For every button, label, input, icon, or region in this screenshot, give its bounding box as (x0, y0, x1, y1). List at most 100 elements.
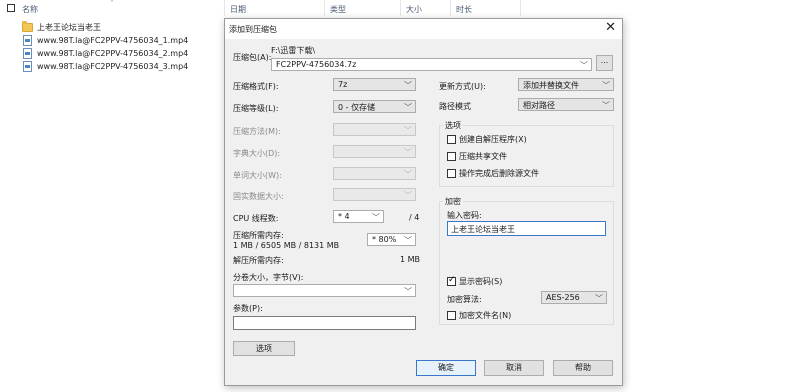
chevron-down-icon: ﹀ (404, 287, 412, 296)
chevron-down-icon: ﹀ (580, 61, 588, 70)
threads-value: * 4 (338, 212, 350, 221)
column-header-date[interactable]: 日期 (230, 4, 246, 15)
column-divider (324, 0, 325, 16)
params-label: 参数(P): (233, 304, 263, 313)
password-label: 输入密码: (447, 211, 482, 220)
chevron-down-icon: ﹀ (404, 170, 412, 179)
decompress-memory-label: 解压所需内存: (233, 256, 284, 265)
file-row[interactable]: 上老王论坛当老王 (22, 21, 101, 34)
file-row[interactable]: www.98T.la@FC2PPV-4756034_2.mp4 (22, 47, 188, 60)
column-header-type[interactable]: 类型 (330, 4, 346, 15)
split-size-label: 分卷大小，字节(V): (233, 273, 304, 282)
chevron-down-icon: ﹀ (372, 213, 380, 222)
chevron-down-icon: ﹀ (404, 103, 412, 112)
column-divider (224, 0, 225, 16)
checkbox-box (447, 169, 456, 178)
format-value: 7z (338, 80, 348, 89)
word-size-select[interactable]: ﹀ (333, 167, 416, 180)
dialog-title-bar[interactable]: 添加到压缩包 ✕ (225, 19, 622, 39)
encryption-group-title: 加密 (443, 196, 463, 207)
dict-size-label: 字典大小(D): (233, 149, 281, 158)
compress-memory-label: 压缩所需内存: (233, 231, 284, 240)
path-mode-select[interactable]: 相对路径 ﹀ (518, 98, 614, 111)
split-size-combo[interactable]: ﹀ (233, 284, 416, 297)
show-password-checkbox[interactable]: 显示密码(S) (447, 275, 503, 287)
memory-percent-select[interactable]: * 80% ﹀ (367, 233, 416, 246)
column-header-size[interactable]: 大小 (406, 4, 422, 15)
update-mode-value: 添加并替换文件 (523, 81, 579, 90)
options-button[interactable]: 选项 (233, 341, 295, 356)
encrypt-filenames-checkbox[interactable]: 加密文件名(N) (447, 310, 511, 321)
ok-button[interactable]: 确定 (416, 360, 476, 376)
word-size-label: 单词大小(W): (233, 171, 282, 180)
threads-total: / 4 (409, 213, 420, 222)
update-mode-label: 更新方式(U): (439, 82, 486, 91)
threads-select[interactable]: * 4 ﹀ (333, 210, 384, 223)
file-name: 上老王论坛当老王 (37, 23, 101, 32)
delete-after-checkbox[interactable]: 操作完成后删除源文件 (447, 168, 539, 179)
solid-size-select[interactable]: ﹀ (333, 188, 416, 201)
level-select[interactable]: 0 - 仅存储 ﹀ (333, 100, 416, 113)
column-divider (400, 0, 401, 16)
checkbox-box (447, 311, 456, 320)
chevron-down-icon: ﹀ (602, 81, 610, 90)
encrypt-filenames-label: 加密文件名(N) (459, 311, 512, 320)
column-divider (450, 0, 451, 16)
file-row[interactable]: www.98T.la@FC2PPV-4756034_1.mp4 (22, 34, 188, 47)
compress-memory-detail: 1 MB / 6505 MB / 8131 MB (233, 241, 340, 250)
options-group-title: 选项 (443, 120, 463, 131)
help-button[interactable]: 帮助 (553, 360, 613, 376)
checkbox-box (447, 152, 456, 161)
update-mode-select[interactable]: 添加并替换文件 ﹀ (518, 78, 614, 91)
encryption-method-select[interactable]: AES-256 ﹀ (541, 291, 607, 304)
folder-icon (22, 21, 33, 32)
show-password-label: 显示密码(S) (459, 277, 503, 286)
file-row[interactable]: www.98T.la@FC2PPV-4756034_3.mp4 (22, 60, 188, 73)
password-input[interactable]: 上老王论坛当老王 (447, 221, 606, 236)
dialog-title: 添加到压缩包 (229, 25, 277, 34)
solid-size-label: 固实数据大小: (233, 192, 284, 201)
browse-button[interactable]: ... (596, 55, 613, 71)
archive-label: 压缩包(A): (233, 53, 272, 62)
format-select[interactable]: 7z ﹀ (333, 78, 416, 91)
threads-label: CPU 线程数: (233, 214, 279, 223)
method-label: 压缩方法(M): (233, 127, 281, 136)
chevron-down-icon: ﹀ (595, 294, 603, 303)
archive-name-value: FC2PPV-4756034.7z (276, 60, 357, 69)
compress-shared-checkbox[interactable]: 压缩共享文件 (447, 151, 507, 162)
cancel-button[interactable]: 取消 (484, 360, 544, 376)
path-mode-label: 路径模式 (439, 102, 471, 111)
archive-folder-path: F:\迅雷下载\ (271, 46, 316, 55)
file-name: www.98T.la@FC2PPV-4756034_1.mp4 (37, 36, 189, 45)
path-mode-value: 相对路径 (523, 101, 555, 110)
chevron-down-icon: ﹀ (404, 81, 412, 90)
memory-percent-value: * 80% (372, 235, 397, 244)
checkbox-box (447, 135, 456, 144)
checkbox-box (447, 275, 456, 286)
add-to-archive-dialog: 添加到压缩包 ✕ 压缩包(A): F:\迅雷下载\ FC2PPV-4756034… (224, 18, 623, 386)
dict-size-select[interactable]: ﹀ (333, 145, 416, 158)
encryption-method-label: 加密算法: (447, 295, 482, 304)
file-name: www.98T.la@FC2PPV-4756034_2.mp4 (37, 49, 189, 58)
close-icon[interactable]: ✕ (605, 20, 616, 35)
level-value: 0 - 仅存储 (338, 103, 376, 112)
create-sfx-checkbox[interactable]: 创建自解压程序(X) (447, 134, 527, 145)
column-header-name[interactable]: 名称 (22, 4, 38, 15)
method-select[interactable]: ﹀ (333, 123, 416, 136)
chevron-down-icon: ﹀ (404, 148, 412, 157)
format-label: 压缩格式(F): (233, 82, 279, 91)
params-input[interactable] (233, 316, 416, 330)
video-file-icon (23, 61, 32, 72)
column-divider (520, 0, 521, 16)
chevron-down-icon: ﹀ (404, 236, 412, 245)
archive-name-combo[interactable]: FC2PPV-4756034.7z ﹀ (271, 58, 592, 71)
encryption-method-value: AES-256 (546, 293, 580, 302)
chevron-down-icon: ﹀ (404, 126, 412, 135)
video-file-icon (23, 48, 32, 59)
file-name: www.98T.la@FC2PPV-4756034_3.mp4 (37, 62, 189, 71)
chevron-down-icon: ﹀ (602, 101, 610, 110)
column-header-duration[interactable]: 时长 (456, 4, 472, 15)
create-sfx-label: 创建自解压程序(X) (459, 135, 527, 144)
select-all-checkbox[interactable] (7, 4, 15, 12)
delete-after-label: 操作完成后删除源文件 (459, 169, 539, 178)
